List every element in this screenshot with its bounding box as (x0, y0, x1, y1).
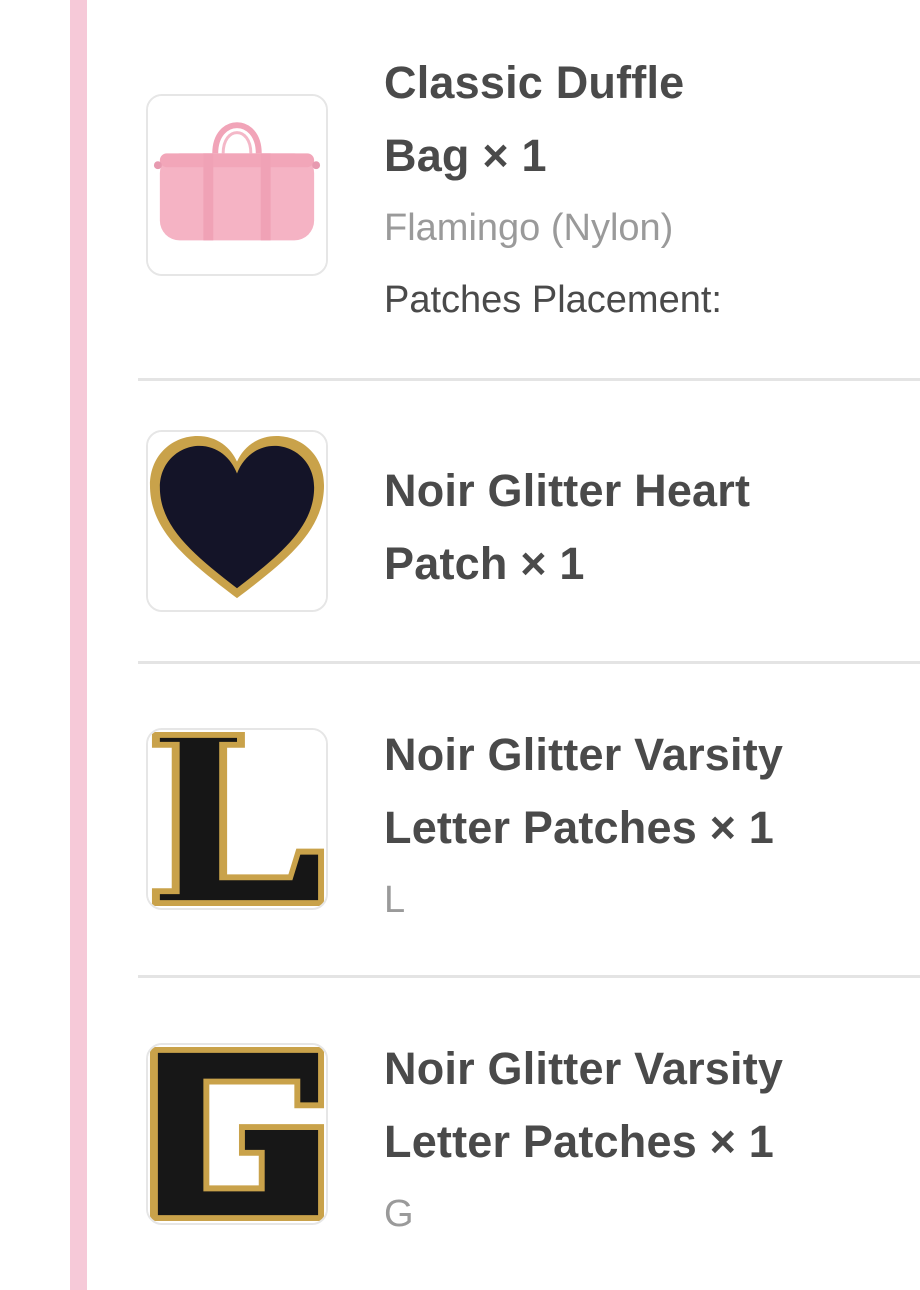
item-divider (138, 975, 920, 978)
item-title: Classic Duffle (384, 57, 685, 108)
item-title: Noir Glitter Varsity (384, 729, 784, 780)
black-glitter-heart-patch-image (148, 432, 326, 610)
item-variant: G (384, 1193, 414, 1235)
letter-g-patch-image (148, 1045, 326, 1223)
item-title-line2: Bag × 1 (384, 130, 547, 181)
item-variant: L (384, 879, 406, 921)
item-divider (138, 378, 920, 381)
item-title-line2: Patch × 1 (384, 538, 585, 589)
letter-g-thumbnail[interactable] (146, 1043, 328, 1225)
item-title: Noir Glitter Heart (384, 465, 751, 516)
item-variant: Flamingo (Nylon) (384, 207, 674, 249)
heart-patch-thumbnail[interactable] (146, 430, 328, 612)
item-title-line2: Letter Patches × 1 (384, 1116, 775, 1167)
item-title-line2: Letter Patches × 1 (384, 802, 775, 853)
item-divider (138, 661, 920, 664)
patches-placement-label: Patches Placement: (384, 279, 722, 321)
accent-sidebar-bar (70, 0, 87, 1290)
item-title: Noir Glitter Varsity (384, 1043, 784, 1094)
letter-l-thumbnail[interactable] (146, 728, 328, 910)
duffle-bag-thumbnail[interactable] (146, 94, 328, 276)
pink-duffle-bag-image (148, 96, 326, 274)
letter-l-patch-image (148, 730, 326, 908)
